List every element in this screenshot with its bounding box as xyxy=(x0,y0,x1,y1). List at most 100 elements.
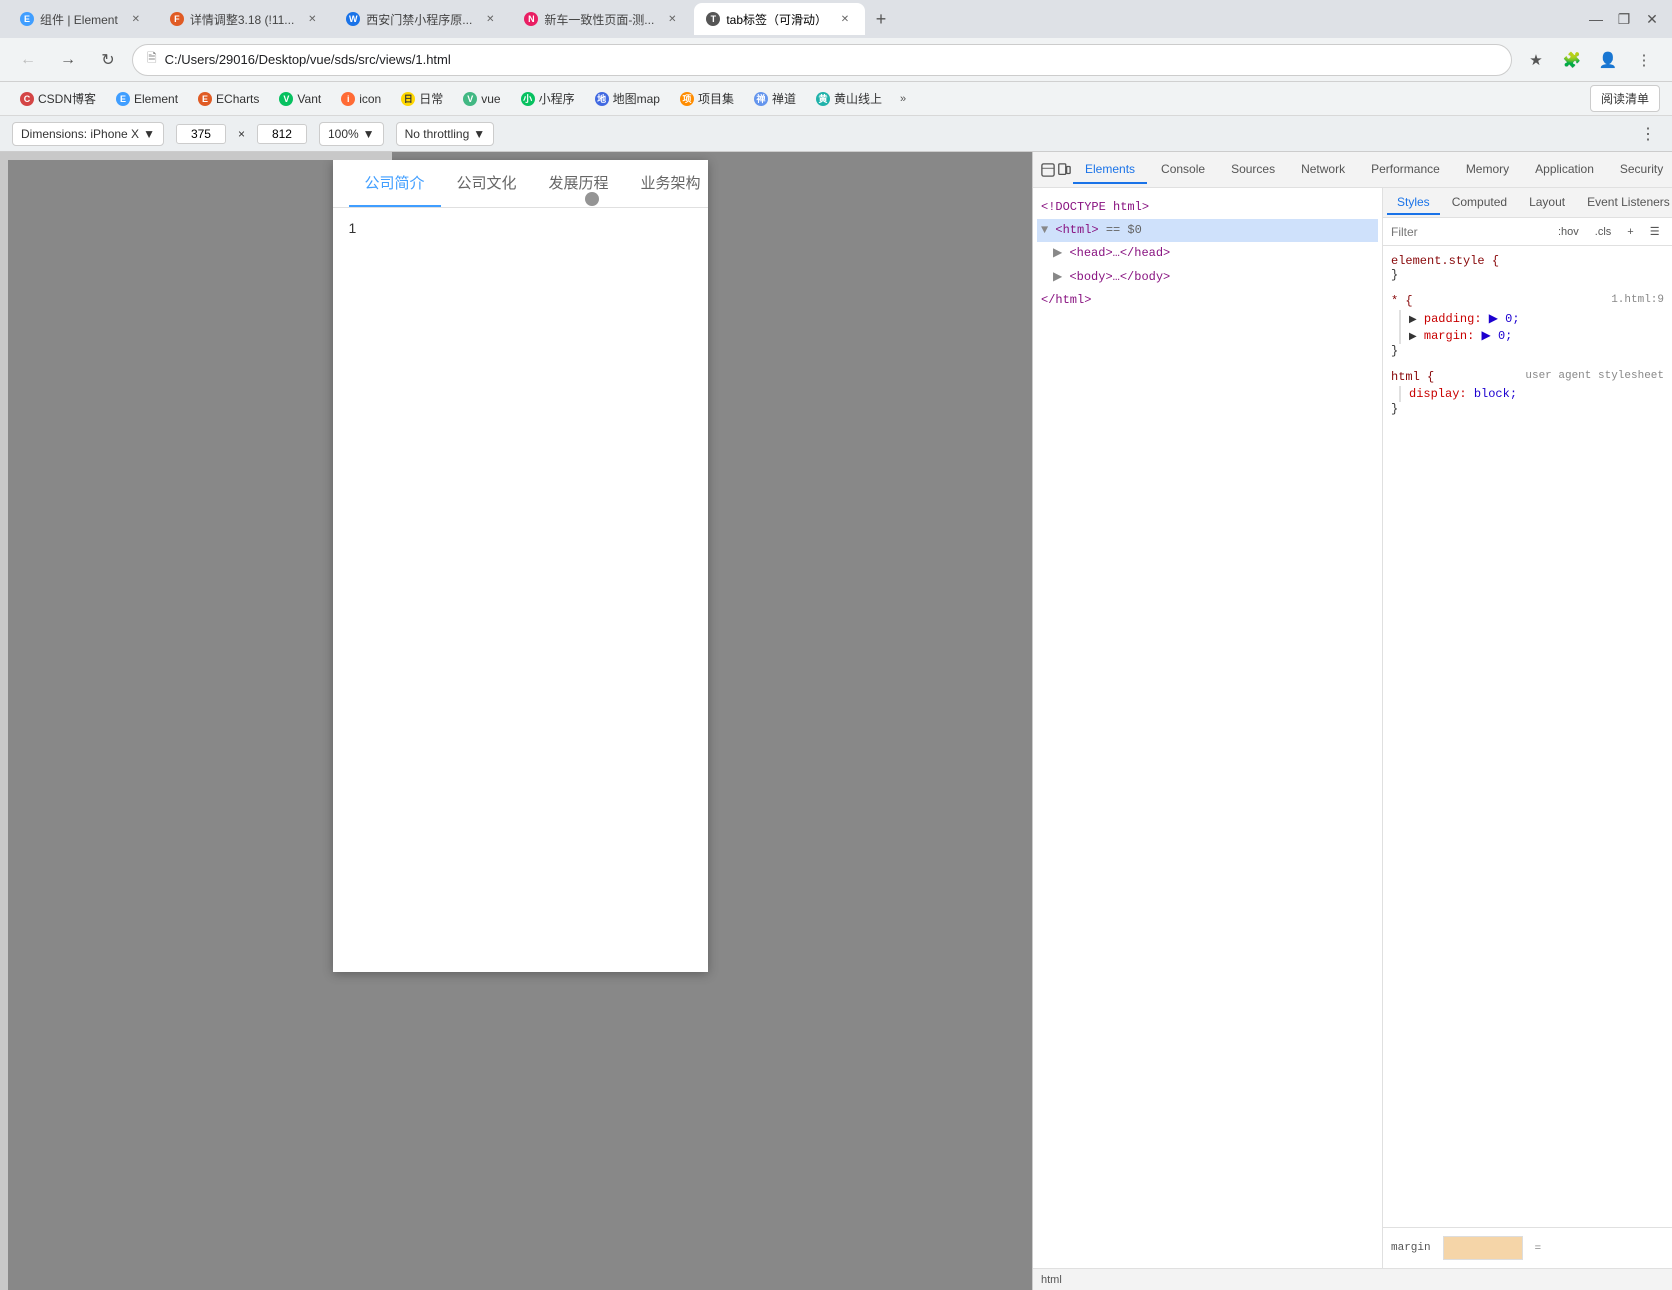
head-toggle[interactable]: ▶ xyxy=(1053,246,1062,260)
zoom-selector[interactable]: 100% ▼ xyxy=(319,122,384,146)
page-tab-0[interactable]: 公司简介 xyxy=(349,160,441,207)
height-input[interactable] xyxy=(257,124,307,144)
dom-line-doctype[interactable]: <!DOCTYPE html> xyxy=(1037,196,1378,219)
throttle-selector[interactable]: No throttling ▼ xyxy=(396,122,495,146)
styles-tab-styles[interactable]: Styles xyxy=(1387,191,1440,215)
star-source[interactable]: 1.html:9 xyxy=(1611,294,1664,310)
tab-1[interactable]: E 组件 | Element ✕ xyxy=(8,3,156,35)
dom-line-html-close[interactable]: </html> xyxy=(1037,289,1378,312)
toggle-icon-button[interactable]: ☰ xyxy=(1644,223,1666,240)
more-options-button[interactable]: ⋮ xyxy=(1636,122,1660,146)
devtools-tab-application[interactable]: Application xyxy=(1523,156,1606,184)
styles-tab-event-listeners[interactable]: Event Listeners xyxy=(1577,191,1672,215)
map-label: 地图map xyxy=(613,90,660,107)
page-tab-3[interactable]: 业务架构 xyxy=(625,160,708,207)
extensions-button[interactable]: 🧩 xyxy=(1556,44,1588,76)
device-label: Dimensions: iPhone X xyxy=(21,127,139,141)
url-text: C:/Users/29016/Desktop/vue/sds/src/views… xyxy=(165,52,1497,67)
device-toggle-button[interactable] xyxy=(1057,156,1071,184)
html-close-tag: </html> xyxy=(1041,293,1091,307)
dom-line-html[interactable]: ▼ <html> == $0 xyxy=(1037,219,1378,242)
bookmark-icon[interactable]: i icon xyxy=(333,88,389,110)
css-rule-selector-0: element.style { xyxy=(1391,254,1664,268)
tab-3-close[interactable]: ✕ xyxy=(482,11,498,27)
tab-5[interactable]: T tab标签（可滑动） ✕ xyxy=(694,3,865,35)
page-tab-1[interactable]: 公司文化 xyxy=(441,160,533,207)
devtools-tab-console[interactable]: Console xyxy=(1149,156,1217,184)
zen-favicon: 禅 xyxy=(754,92,768,106)
devtools-tab-memory[interactable]: Memory xyxy=(1454,156,1521,184)
styles-tab-layout[interactable]: Layout xyxy=(1519,191,1575,215)
bookmark-miniprogram[interactable]: 小 小程序 xyxy=(513,86,583,111)
icon-favicon: i xyxy=(341,92,355,106)
bookmark-vue[interactable]: V vue xyxy=(455,88,508,110)
width-input[interactable] xyxy=(176,124,226,144)
body-toggle[interactable]: ▶ xyxy=(1053,270,1062,284)
bookmark-zen[interactable]: 禅 禅道 xyxy=(746,86,804,111)
device-toolbar: Dimensions: iPhone X ▼ × 100% ▼ No throt… xyxy=(0,116,1672,152)
tab-3[interactable]: W 西安门禁小程序原... ✕ xyxy=(334,3,510,35)
devtools-tab-performance[interactable]: Performance xyxy=(1359,156,1452,184)
more-bookmarks[interactable]: » xyxy=(894,89,912,109)
tab-5-close[interactable]: ✕ xyxy=(837,11,853,27)
styles-tab-computed[interactable]: Computed xyxy=(1442,191,1517,215)
vant-favicon: V xyxy=(279,92,293,106)
icon-label: icon xyxy=(359,92,381,106)
page-tab-2[interactable]: 发展历程 xyxy=(533,160,625,207)
devtools-tab-sources[interactable]: Sources xyxy=(1219,156,1287,184)
bookmark-project[interactable]: 项 项目集 xyxy=(672,86,742,111)
minimize-button[interactable]: — xyxy=(1584,7,1608,31)
bookmark-csdn[interactable]: C CSDN博客 xyxy=(12,86,104,111)
devtools-tab-security[interactable]: Security xyxy=(1608,156,1672,184)
tab-1-close[interactable]: ✕ xyxy=(128,11,144,27)
padding-triangle[interactable]: ▶ xyxy=(1409,315,1417,326)
profile-button[interactable]: 👤 xyxy=(1592,44,1624,76)
tab-2-close[interactable]: ✕ xyxy=(304,11,320,27)
dom-line-body[interactable]: ▶ <body>…</body> xyxy=(1037,266,1378,289)
bookmark-star-button[interactable]: ★ xyxy=(1520,44,1552,76)
echarts-favicon: E xyxy=(198,92,212,106)
box-model-section: margin = xyxy=(1383,1227,1672,1268)
huangshan-label: 黄山线上 xyxy=(834,90,882,107)
reload-button[interactable]: ↻ xyxy=(92,44,124,76)
new-tab-button[interactable]: + xyxy=(867,5,895,33)
status-bar: html xyxy=(1033,1268,1672,1290)
back-button[interactable]: ← xyxy=(12,44,44,76)
filter-bar: :hov .cls + ☰ xyxy=(1383,218,1672,246)
filter-input[interactable] xyxy=(1391,225,1546,239)
reading-mode-button[interactable]: 阅读清单 xyxy=(1590,85,1660,112)
bookmark-element[interactable]: E Element xyxy=(108,88,186,110)
bookmark-map[interactable]: 地 地图map xyxy=(587,86,668,111)
add-rule-button[interactable]: + xyxy=(1621,223,1639,240)
close-button[interactable]: ✕ xyxy=(1640,7,1664,31)
address-bar[interactable]: 🗎 C:/Users/29016/Desktop/vue/sds/src/vie… xyxy=(132,44,1512,76)
toolbar: ← → ↻ 🗎 C:/Users/29016/Desktop/vue/sds/s… xyxy=(0,38,1672,82)
menu-button[interactable]: ⋮ xyxy=(1628,44,1660,76)
bookmark-echarts[interactable]: E ECharts xyxy=(190,88,267,110)
tab-4[interactable]: N 新车一致性页面-测... ✕ xyxy=(512,3,692,35)
html-toggle[interactable]: ▼ xyxy=(1041,223,1048,237)
css-prop-margin: ▶ margin: ▶ 0; xyxy=(1409,327,1664,344)
file-icon: 🗎 xyxy=(147,49,157,70)
styles-content: element.style { } * { 1.html:9 xyxy=(1383,246,1672,1227)
bookmark-huangshan[interactable]: 黄 黄山线上 xyxy=(808,86,890,111)
tab-3-label: 西安门禁小程序原... xyxy=(366,11,472,28)
margin-triangle[interactable]: ▶ xyxy=(1409,332,1417,343)
tab-4-close[interactable]: ✕ xyxy=(664,11,680,27)
devtools-tab-elements[interactable]: Elements xyxy=(1073,156,1147,184)
forward-button[interactable]: → xyxy=(52,44,84,76)
padding-name: padding: xyxy=(1424,312,1482,326)
devtools-tab-network[interactable]: Network xyxy=(1289,156,1357,184)
tab-2[interactable]: F 详情调整3.18 (!11... ✕ xyxy=(158,3,332,35)
bookmark-vant[interactable]: V Vant xyxy=(271,88,329,110)
hov-button[interactable]: :hov xyxy=(1552,223,1585,240)
dom-line-head[interactable]: ▶ <head>…</head> xyxy=(1037,242,1378,265)
device-selector[interactable]: Dimensions: iPhone X ▼ xyxy=(12,122,164,146)
html-source[interactable]: user agent stylesheet xyxy=(1525,370,1664,386)
cls-button[interactable]: .cls xyxy=(1589,223,1618,240)
closing-brace-0: } xyxy=(1391,268,1398,282)
inspect-element-button[interactable] xyxy=(1041,156,1055,184)
bookmark-daily[interactable]: 日 日常 xyxy=(393,86,451,111)
padding-value: ▶ 0; xyxy=(1489,312,1520,326)
restore-button[interactable]: ❐ xyxy=(1612,7,1636,31)
